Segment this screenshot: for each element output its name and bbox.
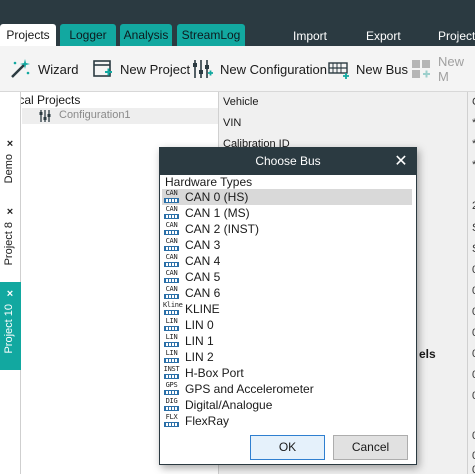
new-bus-label: New Bus — [356, 61, 409, 77]
property-vehicle: Vehicle — [223, 96, 259, 108]
wizard-icon — [11, 59, 30, 78]
flexray-icon: FLX — [163, 413, 180, 429]
list-item-can-6[interactable]: CAN CAN 6 — [162, 285, 412, 301]
menu-import[interactable]: Import — [293, 24, 327, 46]
list-item-label: GPS and Accelerometer — [185, 382, 314, 396]
can-bus-icon: CAN — [163, 189, 180, 205]
close-icon[interactable]: ✕ — [392, 148, 410, 175]
side-tab-label: Project 10 — [3, 304, 15, 354]
menu-export[interactable]: Export — [366, 24, 401, 46]
list-item-label: CAN 1 (MS) — [185, 206, 250, 220]
list-item-label: CAN 5 — [185, 270, 221, 284]
list-item-flexray[interactable]: FLX FlexRay — [162, 413, 412, 429]
list-item-can-5[interactable]: CAN CAN 5 — [162, 269, 412, 285]
list-item-can-2[interactable]: CAN CAN 2 (INST) — [162, 221, 412, 237]
list-item-label: LIN 0 — [185, 318, 214, 332]
inst-port-icon: INST — [163, 365, 180, 381]
property-vin: VIN — [223, 117, 242, 129]
list-item-label: LIN 2 — [185, 350, 214, 364]
list-item-can-0[interactable]: CAN CAN 0 (HS) — [162, 189, 412, 205]
list-item-label: FlexRay — [185, 414, 230, 428]
bus-icon — [328, 62, 349, 79]
choose-bus-dialog: Choose Bus ✕ Hardware Types CAN CAN 0 (H… — [159, 147, 417, 465]
hardware-types-list: Hardware Types CAN CAN 0 (HS) CAN CAN 1 … — [162, 175, 414, 428]
can-bus-icon: CAN — [163, 269, 180, 285]
close-icon[interactable]: × — [4, 138, 16, 150]
list-item-lin-0[interactable]: LIN LIN 0 — [162, 317, 412, 333]
hardware-types-heading: Hardware Types — [165, 175, 253, 189]
can-bus-icon: CAN — [163, 237, 180, 253]
close-icon[interactable]: × — [4, 206, 16, 218]
wizard-label: Wizard — [38, 61, 79, 77]
lin-bus-icon: LIN — [163, 333, 180, 349]
list-item-kline[interactable]: Kline KLINE — [162, 301, 412, 317]
list-item-lin-2[interactable]: LIN LIN 2 — [162, 349, 412, 365]
section-heading-fragment: els — [419, 347, 436, 361]
list-item-gps[interactable]: GPS GPS and Accelerometer — [162, 381, 412, 397]
toolbar: Wizard New Project New Configuration New… — [0, 46, 475, 92]
list-item-digital-analogue[interactable]: DIG Digital/Analogue — [162, 397, 412, 413]
side-tab-label: Demo — [3, 154, 15, 184]
configuration-row[interactable]: Configuration1 — [22, 108, 218, 124]
can-bus-icon: CAN — [163, 221, 180, 237]
list-item-label: CAN 2 (INST) — [185, 222, 260, 236]
side-tab-project-10[interactable]: × Project 10 — [0, 282, 21, 370]
tab-projects[interactable]: Projects — [0, 24, 56, 46]
list-item-lin-1[interactable]: LIN LIN 1 — [162, 333, 412, 349]
list-item-label: CAN 6 — [185, 286, 221, 300]
list-item-label: CAN 3 — [185, 238, 221, 252]
tab-analysis[interactable]: Analysis — [120, 24, 172, 46]
new-m-button[interactable]: New M — [410, 54, 475, 84]
gps-icon: GPS — [163, 381, 180, 397]
tab-logger[interactable]: Logger — [60, 24, 116, 46]
project-side-tabs: × Demo × Project 8 × Project 10 — [0, 92, 21, 474]
side-tab-project-8[interactable]: × Project 8 — [0, 204, 21, 284]
wizard-button[interactable]: Wizard — [8, 54, 78, 84]
side-tab-label: Project 8 — [3, 222, 15, 266]
lin-bus-icon: LIN — [163, 317, 180, 333]
list-item-label: H-Box Port — [185, 366, 244, 380]
list-item-can-3[interactable]: CAN CAN 3 — [162, 237, 412, 253]
menu-project[interactable]: Project — [438, 24, 475, 46]
list-item-can-1[interactable]: CAN CAN 1 (MS) — [162, 205, 412, 221]
kline-bus-icon: Kline — [163, 301, 183, 317]
list-item-can-4[interactable]: CAN CAN 4 — [162, 253, 412, 269]
new-project-icon — [93, 60, 112, 77]
top-tab-bar: Projects Logger Analysis StreamLog Impor… — [0, 0, 475, 46]
tab-streamlog[interactable]: StreamLog — [177, 24, 245, 46]
lin-bus-icon: LIN — [163, 349, 180, 365]
list-item-label: KLINE — [185, 302, 220, 316]
dialog-title: Choose Bus — [160, 148, 416, 175]
list-item-label: CAN 4 — [185, 254, 221, 268]
new-configuration-label: New Configuration — [220, 61, 327, 77]
new-project-button[interactable]: New Project — [92, 54, 190, 84]
new-bus-button[interactable]: New Bus — [328, 54, 408, 84]
configuration-sliders-icon — [39, 110, 51, 122]
can-bus-icon: CAN — [163, 285, 180, 301]
list-item-h-box-port[interactable]: INST H-Box Port — [162, 365, 412, 381]
cancel-button[interactable]: Cancel — [333, 435, 408, 460]
new-configuration-button[interactable]: New Configuration — [190, 54, 327, 84]
close-icon[interactable]: × — [4, 288, 16, 300]
new-module-icon — [412, 60, 430, 78]
list-item-label: Digital/Analogue — [185, 398, 273, 412]
ok-button[interactable]: OK — [250, 435, 325, 460]
digital-io-icon: DIG — [163, 397, 180, 413]
new-project-label: New Project — [120, 61, 191, 77]
list-item-label: CAN 0 (HS) — [185, 190, 249, 204]
list-item-label: LIN 1 — [185, 334, 214, 348]
configuration-sliders-icon — [193, 60, 213, 78]
can-bus-icon: CAN — [163, 205, 180, 221]
configuration-label: Configuration1 — [59, 109, 131, 121]
can-bus-icon: CAN — [163, 253, 180, 269]
new-m-label: New M — [438, 54, 465, 84]
